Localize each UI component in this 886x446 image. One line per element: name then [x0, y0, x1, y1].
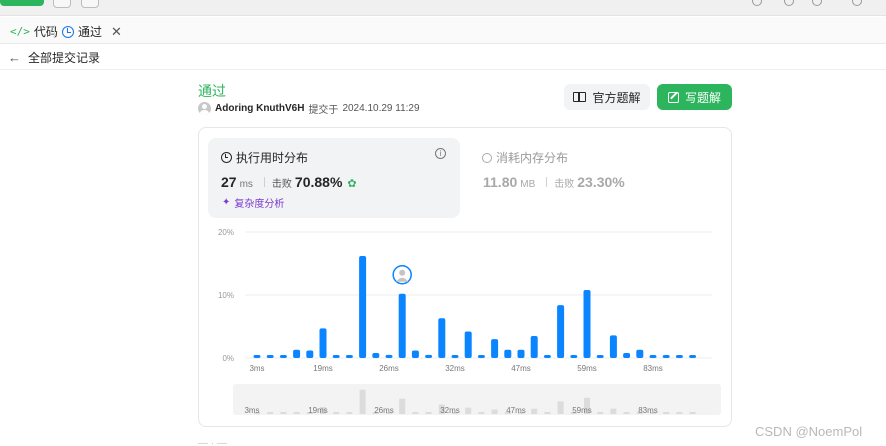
- mini-x-tick-label: 83ms: [638, 406, 658, 415]
- mini-bar: [333, 412, 340, 414]
- x-tick-label: 3ms: [249, 364, 264, 373]
- chart-bar[interactable]: [293, 349, 301, 358]
- chart-bar[interactable]: [557, 305, 565, 358]
- runtime-distribution-chart: 20% 10% 0% 3ms 19ms 26ms 32ms 47ms 59ms 83ms 3ms 19…: [218, 228, 721, 415]
- chart-bar[interactable]: [411, 350, 419, 358]
- chart-bar[interactable]: [345, 355, 353, 358]
- mini-x-tick-label: 26ms: [374, 406, 394, 415]
- mini-bar: [412, 412, 419, 414]
- y-tick-label: 0%: [222, 354, 234, 363]
- chart-bar[interactable]: [438, 318, 446, 358]
- chart-bar[interactable]: [253, 355, 261, 358]
- mini-bar: [293, 412, 300, 414]
- y-tick-label: 10%: [218, 291, 234, 300]
- mini-bar: [346, 412, 353, 414]
- mini-bar: [676, 412, 683, 414]
- mini-x-tick-label: 59ms: [572, 406, 592, 415]
- chart-bar[interactable]: [372, 352, 380, 358]
- chart-bar[interactable]: [636, 349, 644, 358]
- chart-bar[interactable]: [609, 335, 617, 358]
- chart-bar[interactable]: [517, 349, 525, 358]
- mini-bar: [359, 389, 366, 414]
- chart-bar[interactable]: [623, 352, 631, 358]
- chart-bar[interactable]: [464, 331, 472, 358]
- chart-bar[interactable]: [306, 350, 314, 358]
- y-tick-label: 20%: [218, 228, 234, 237]
- chart-bar[interactable]: [649, 355, 657, 358]
- chart-bar[interactable]: [530, 335, 538, 358]
- x-tick-label: 59ms: [577, 364, 597, 373]
- chart-bar[interactable]: [491, 339, 499, 358]
- chart-bar[interactable]: [385, 354, 393, 358]
- mini-bar: [478, 412, 485, 414]
- chart-bar[interactable]: [662, 355, 670, 358]
- x-tick-label: 47ms: [511, 364, 531, 373]
- mini-bar: [663, 412, 670, 414]
- mini-bar: [544, 412, 551, 414]
- mini-x-tick-label: 32ms: [440, 406, 460, 415]
- chart-bar[interactable]: [504, 349, 512, 358]
- avatar-head: [399, 269, 406, 276]
- mini-bar: [689, 412, 696, 414]
- mini-x-tick-label: 47ms: [506, 406, 526, 415]
- chart-bar[interactable]: [319, 328, 327, 358]
- x-tick-label: 26ms: [379, 364, 399, 373]
- chart-bar[interactable]: [543, 355, 551, 358]
- chart-bar[interactable]: [596, 355, 604, 358]
- chart-bar[interactable]: [675, 355, 683, 358]
- x-tick-label: 83ms: [643, 364, 663, 373]
- mini-x-tick-label: 19ms: [308, 406, 328, 415]
- chart-bar[interactable]: [266, 355, 274, 358]
- x-tick-label: 19ms: [313, 364, 333, 373]
- mini-bar: [267, 412, 274, 414]
- mini-bar: [425, 412, 432, 414]
- mini-bar: [280, 412, 287, 414]
- watermark: CSDN @NoemPol: [755, 424, 863, 439]
- mini-bar: [610, 408, 617, 414]
- chart-bar[interactable]: [451, 355, 459, 358]
- footer-peek: — · —: [198, 438, 227, 446]
- chart-bar[interactable]: [689, 355, 697, 358]
- mini-bar: [399, 398, 406, 414]
- mini-bar: [491, 409, 498, 414]
- chart-bar[interactable]: [279, 355, 287, 358]
- mini-x-tick-label: 3ms: [244, 406, 259, 415]
- mini-bar: [623, 412, 630, 414]
- chart-bar[interactable]: [477, 355, 485, 358]
- mini-bar: [465, 407, 472, 414]
- chart-bar[interactable]: [332, 355, 340, 358]
- chart-bar[interactable]: [570, 355, 578, 358]
- chart-bar[interactable]: [398, 293, 406, 358]
- chart-bar[interactable]: [425, 354, 433, 358]
- chart-bar[interactable]: [359, 255, 367, 358]
- mini-bar: [597, 412, 604, 414]
- mini-bar: [531, 408, 538, 414]
- mini-bar: [557, 401, 564, 414]
- x-tick-label: 32ms: [445, 364, 465, 373]
- chart-bar[interactable]: [583, 289, 591, 358]
